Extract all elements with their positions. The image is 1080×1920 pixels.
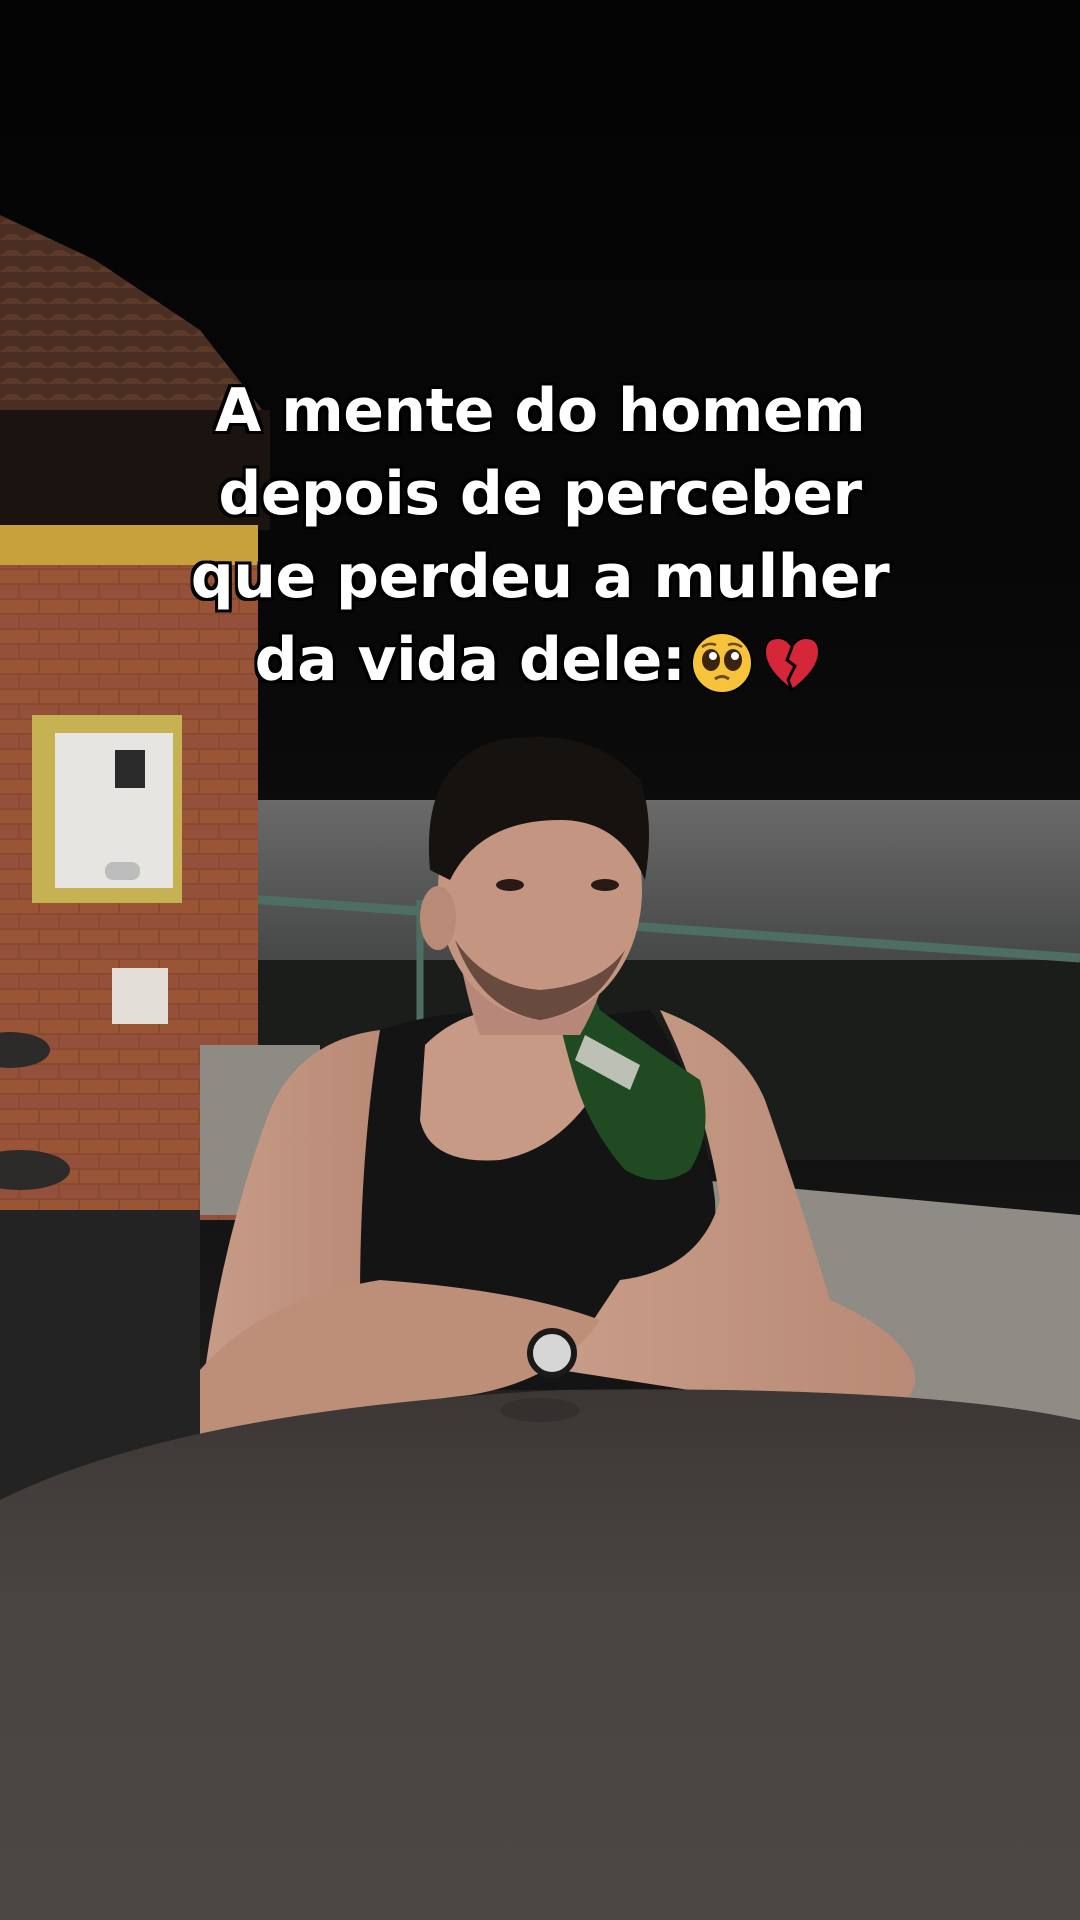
caption-line-1: A mente do homem: [214, 376, 866, 446]
background-photo: [0, 215, 1080, 1920]
caption-line-2: depois de perceber: [218, 459, 862, 529]
caption-line-4: da vida dele:: [0, 619, 1080, 702]
caption-line-3: que perdeu a mulher: [190, 542, 890, 612]
video-caption: A mente do homem depois de perceber que …: [0, 370, 1080, 702]
broken-heart-icon: [764, 637, 821, 692]
pleading-face-icon: [691, 632, 754, 695]
caption-line-4-text: da vida dele:: [254, 625, 686, 695]
video-frame[interactable]: A mente do homem depois de perceber que …: [0, 0, 1080, 1920]
